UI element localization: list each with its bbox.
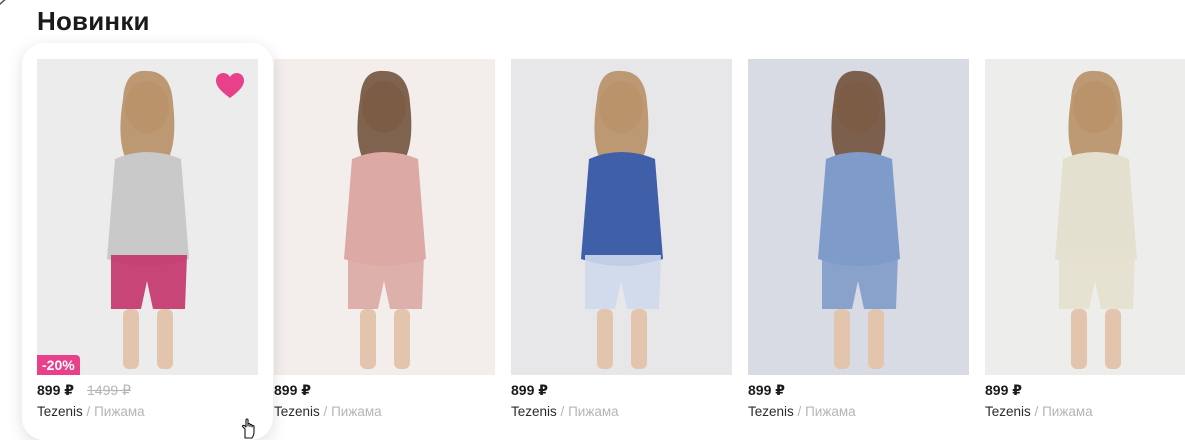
product-meta: Tezenis / Пижама: [985, 404, 1185, 419]
product-category[interactable]: Пижама: [331, 404, 382, 419]
product-price: 899 ₽: [37, 382, 74, 398]
product-carousel: -20% 899 ₽ 1499 ₽ Tezenis / Пижама 899 ₽…: [0, 0, 1185, 440]
meta-separator: /: [560, 404, 565, 419]
price-row: 899 ₽: [748, 382, 969, 400]
product-category[interactable]: Пижама: [1042, 404, 1093, 419]
product-category[interactable]: Пижама: [94, 404, 145, 419]
product-price: 899 ₽: [985, 382, 1022, 398]
pajama-photo-pink-set[interactable]: [274, 59, 495, 375]
product-brand[interactable]: Tezenis: [511, 404, 557, 419]
product-meta: Tezenis / Пижама: [37, 404, 258, 419]
product-brand[interactable]: Tezenis: [37, 404, 83, 419]
product-meta: Tezenis / Пижама: [511, 404, 732, 419]
meta-separator: /: [797, 404, 802, 419]
product-meta: Tezenis / Пижама: [748, 404, 969, 419]
product-old-price: 1499 ₽: [87, 382, 131, 398]
product-category[interactable]: Пижама: [568, 404, 619, 419]
pajama-photo-beige-shirt-shorts[interactable]: [985, 59, 1185, 375]
meta-separator: /: [1034, 404, 1039, 419]
product-price: 899 ₽: [274, 382, 311, 398]
meta-separator: /: [323, 404, 328, 419]
product-brand[interactable]: Tezenis: [748, 404, 794, 419]
price-row: 899 ₽: [274, 382, 495, 400]
price-row: 899 ₽ 1499 ₽: [37, 382, 258, 400]
product-brand[interactable]: Tezenis: [274, 404, 320, 419]
product-price: 899 ₽: [511, 382, 548, 398]
pajama-photo-grey-tank-shorts[interactable]: -20%: [37, 59, 258, 375]
discount-badge: -20%: [37, 355, 80, 375]
product-card[interactable]: 899 ₽ Tezenis / Пижама: [511, 59, 732, 419]
price-row: 899 ₽: [511, 382, 732, 400]
product-card[interactable]: 899 ₽ Tezenis / Пижама: [274, 59, 495, 419]
product-category[interactable]: Пижама: [805, 404, 856, 419]
product-meta: Tezenis / Пижама: [274, 404, 495, 419]
pajama-photo-blue-satin-cami[interactable]: [748, 59, 969, 375]
product-brand[interactable]: Tezenis: [985, 404, 1031, 419]
product-card[interactable]: -20% 899 ₽ 1499 ₽ Tezenis / Пижама: [22, 43, 273, 440]
product-price: 899 ₽: [748, 382, 785, 398]
heart-icon[interactable]: [216, 73, 244, 99]
meta-separator: /: [86, 404, 91, 419]
hand-pointer-icon: [241, 418, 255, 439]
product-card[interactable]: 899 ₽ Tezenis / Пижама: [748, 59, 969, 419]
price-row: 899 ₽: [985, 382, 1185, 400]
product-card[interactable]: 899 ₽ Tezenis / Пижама: [985, 59, 1185, 419]
pajama-photo-blue-tee-print-pants[interactable]: [511, 59, 732, 375]
